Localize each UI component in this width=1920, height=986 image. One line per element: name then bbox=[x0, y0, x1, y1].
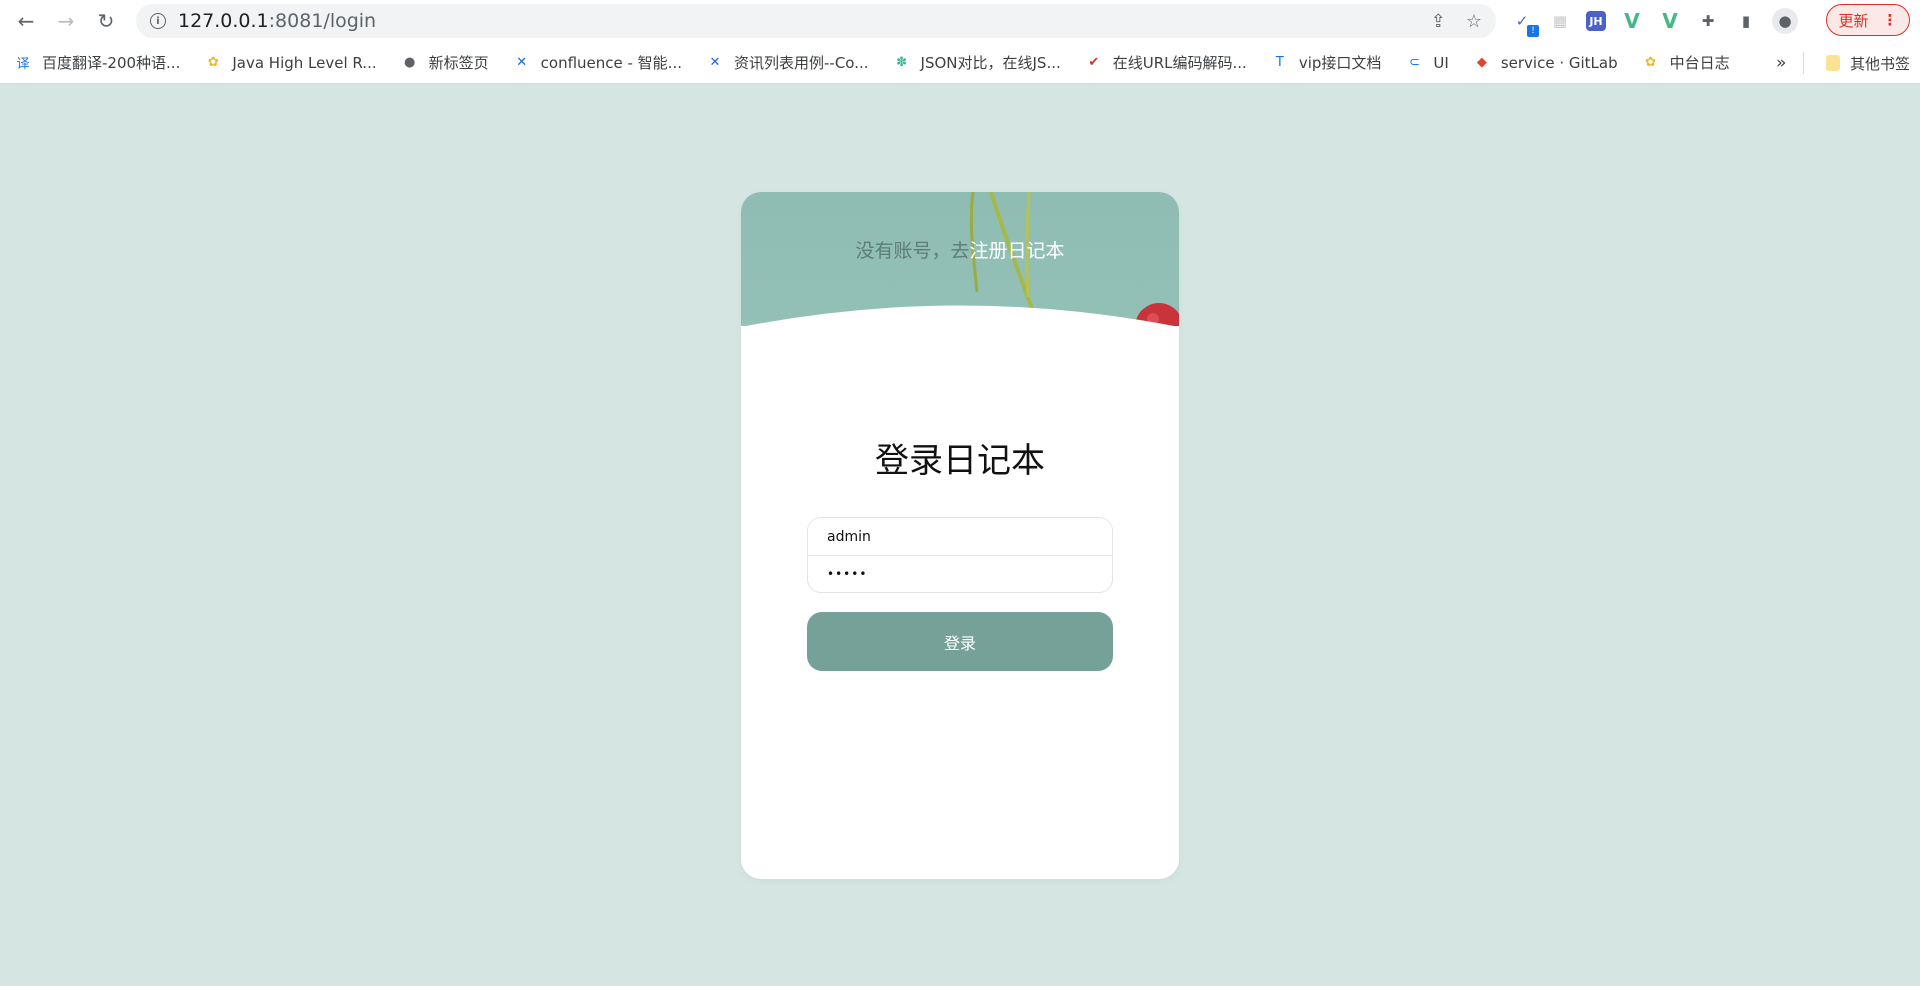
share-icon[interactable]: ⇪ bbox=[1431, 11, 1446, 32]
login-card: 没有账号，去注册日记本 登录日记本 登录 bbox=[741, 192, 1179, 879]
bookmark-item[interactable]: 译百度翻译-200种语... bbox=[8, 49, 190, 77]
bookmark-star-icon[interactable]: ☆ bbox=[1466, 11, 1482, 32]
bookmark-item[interactable]: Tvip接口文档 bbox=[1265, 49, 1392, 77]
bookmark-label: vip接口文档 bbox=[1298, 54, 1382, 72]
banner-curve-fill bbox=[741, 326, 1179, 334]
ui-icon: ⊂ bbox=[1408, 55, 1420, 70]
vue-devtools-icon[interactable]: V bbox=[1620, 9, 1644, 33]
bookmarks-divider bbox=[1803, 52, 1804, 74]
extension-jh-icon[interactable]: JH bbox=[1586, 11, 1606, 31]
bookmark-item[interactable]: ✔ 在线URL编码解码... bbox=[1079, 49, 1257, 77]
bookmark-item[interactable]: ✕ confluence - 智能... bbox=[507, 49, 692, 77]
login-form-fields bbox=[807, 517, 1113, 593]
bookmark-label: 百度翻译-200种语... bbox=[42, 54, 181, 72]
password-input[interactable] bbox=[808, 555, 1112, 592]
bookmark-item[interactable]: ✿ 中台日志 bbox=[1636, 49, 1740, 77]
menu-dots-icon: ⋮ bbox=[1882, 11, 1898, 29]
page-title: 登录日记本 bbox=[875, 440, 1045, 481]
bookmark-label: service · GitLab bbox=[1500, 53, 1618, 72]
url-text[interactable]: 127.0.0.1:8081/login bbox=[178, 10, 376, 32]
bookmark-label: JSON对比，在线JS... bbox=[920, 54, 1061, 72]
bookmark-label: UI bbox=[1433, 53, 1449, 72]
folder-icon bbox=[1826, 55, 1840, 71]
browser-toolbar: ← → ↻ i 127.0.0.1:8081/login ⇪ ☆ ✓! ▦ JH… bbox=[0, 0, 1920, 42]
signup-prompt-text: 没有账号，去 bbox=[855, 240, 970, 262]
username-input[interactable] bbox=[808, 518, 1112, 555]
forward-button[interactable]: → bbox=[46, 0, 86, 42]
side-panel-icon[interactable]: ▮ bbox=[1734, 9, 1758, 33]
bookmark-item[interactable]: ◆ service · GitLab bbox=[1467, 49, 1628, 77]
doc-icon: T bbox=[1275, 55, 1284, 70]
signup-link[interactable]: 注册日记本 bbox=[970, 240, 1065, 262]
back-button[interactable]: ← bbox=[6, 0, 46, 42]
extension-feedback-icon[interactable]: ✓! bbox=[1510, 9, 1539, 37]
vue-devtools-icon-2[interactable]: V bbox=[1658, 9, 1682, 33]
extension-grid-icon[interactable]: ▦ bbox=[1548, 9, 1572, 33]
translate-icon: 译 bbox=[16, 57, 30, 72]
profile-avatar-icon[interactable]: ● bbox=[1772, 8, 1798, 34]
login-button[interactable]: 登录 bbox=[807, 612, 1113, 671]
reload-icon: ↻ bbox=[97, 9, 115, 33]
update-button[interactable]: 更新 ⋮ bbox=[1826, 4, 1910, 36]
other-bookmarks-folder[interactable]: 其他书签 bbox=[1820, 49, 1920, 77]
address-bar[interactable]: i 127.0.0.1:8081/login ⇪ ☆ bbox=[136, 4, 1496, 38]
gitlab-icon: ◆ bbox=[1476, 55, 1487, 70]
reload-button[interactable]: ↻ bbox=[86, 0, 126, 42]
json-icon: ✽ bbox=[896, 55, 907, 70]
header-banner: 没有账号，去注册日记本 bbox=[741, 192, 1179, 332]
bookmark-label: 资讯列表用例--Co... bbox=[734, 54, 869, 72]
confluence-icon: ✕ bbox=[516, 55, 528, 70]
bookmark-label: 中台日志 bbox=[1669, 54, 1730, 72]
check-icon: ✔ bbox=[1088, 55, 1100, 70]
bookmark-item[interactable]: ✿ Java High Level R... bbox=[198, 49, 386, 77]
site-info-icon[interactable]: i bbox=[150, 13, 166, 29]
bookmark-item[interactable]: ● 新标签页 bbox=[395, 49, 499, 77]
bookmark-label: confluence - 智能... bbox=[540, 54, 682, 72]
signup-prompt: 没有账号，去注册日记本 bbox=[741, 236, 1179, 263]
confluence-icon: ✕ bbox=[709, 55, 721, 70]
back-arrow-icon: ← bbox=[17, 9, 35, 33]
globe-icon: ● bbox=[403, 55, 416, 70]
bookmark-item[interactable]: ✽ JSON对比，在线JS... bbox=[887, 49, 1071, 77]
other-bookmarks-label: 其他书签 bbox=[1850, 54, 1911, 73]
update-label: 更新 bbox=[1838, 11, 1869, 30]
bookmark-item[interactable]: ⊂ UI bbox=[1399, 49, 1458, 77]
bookmark-item[interactable]: ✕ 资讯列表用例--Co... bbox=[700, 49, 879, 77]
elastic-icon: ✿ bbox=[1645, 55, 1657, 70]
extensions-puzzle-icon[interactable]: ✚ bbox=[1696, 9, 1720, 33]
bookmark-label: 新标签页 bbox=[428, 54, 489, 72]
bookmark-label: 在线URL编码解码... bbox=[1112, 54, 1247, 72]
forward-arrow-icon: → bbox=[57, 9, 75, 33]
more-bookmarks-button[interactable]: » bbox=[1776, 42, 1786, 84]
bookmark-label: Java High Level R... bbox=[232, 53, 377, 72]
bookmarks-bar: 译百度翻译-200种语... ✿ Java High Level R... ● 新标签页… bbox=[0, 42, 1920, 84]
elastic-icon: ✿ bbox=[207, 55, 219, 70]
